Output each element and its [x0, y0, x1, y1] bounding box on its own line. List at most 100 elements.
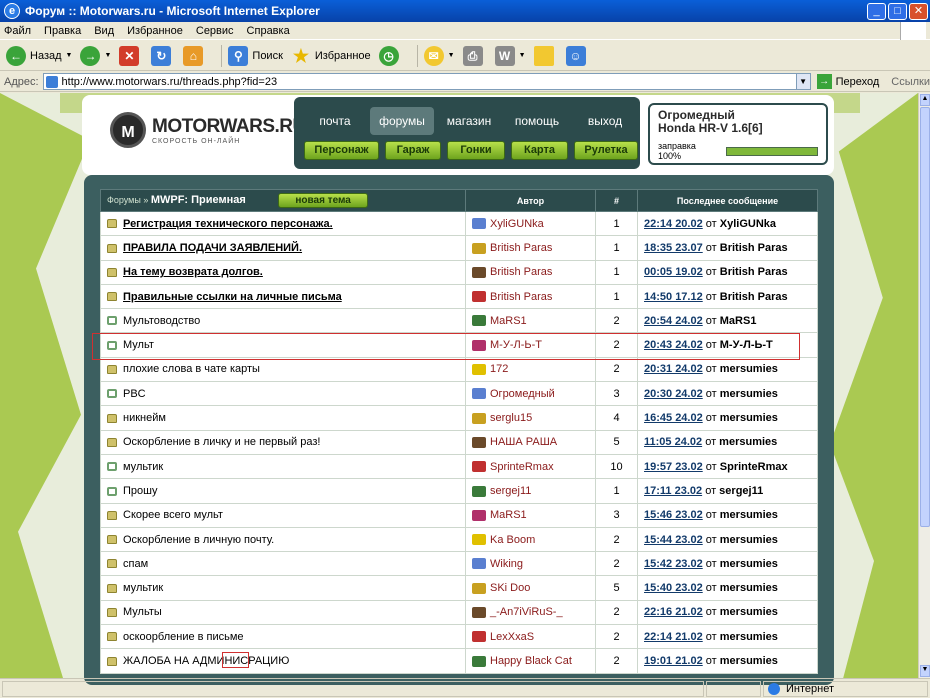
last-post-author[interactable]: mersumies: [720, 509, 778, 521]
thread-title-link[interactable]: Регистрация технического персонажа.: [123, 218, 333, 230]
last-post-author[interactable]: mersumies: [720, 558, 778, 570]
last-post-author[interactable]: mersumies: [720, 412, 778, 424]
thread-author-link[interactable]: British Paras: [490, 242, 552, 254]
last-post-author[interactable]: MaRS1: [720, 315, 757, 327]
new-thread-button[interactable]: новая тема: [278, 193, 368, 208]
last-post-author[interactable]: mersumies: [720, 631, 778, 643]
last-post-time-link[interactable]: 20:43 24.02: [644, 339, 703, 351]
menu-file[interactable]: Файл: [4, 25, 31, 37]
nav-shop[interactable]: магазин: [438, 107, 500, 135]
vertical-scrollbar[interactable]: ▲ ▼: [918, 93, 930, 678]
last-post-author[interactable]: mersumies: [720, 606, 778, 618]
last-post-time-link[interactable]: 15:44 23.02: [644, 534, 703, 546]
last-post-time-link[interactable]: 22:16 21.02: [644, 606, 703, 618]
last-post-author[interactable]: mersumies: [720, 582, 778, 594]
menu-view[interactable]: Вид: [94, 25, 114, 37]
refresh-button[interactable]: ↻: [151, 45, 175, 66]
last-post-author[interactable]: mersumies: [720, 534, 778, 546]
last-post-time-link[interactable]: 18:35 23.07: [644, 242, 703, 254]
thread-author-link[interactable]: НАША РАША: [490, 436, 557, 448]
thread-title-link[interactable]: Скорее всего мульт: [123, 509, 223, 521]
thread-author-link[interactable]: MaRS1: [490, 509, 527, 521]
last-post-time-link[interactable]: 22:14 20.02: [644, 218, 703, 230]
thread-title-link[interactable]: Мульты: [123, 606, 162, 618]
thread-author-link[interactable]: British Paras: [490, 266, 552, 278]
thread-author-link[interactable]: Wiking: [490, 558, 523, 570]
thread-author-link[interactable]: Ka Boom: [490, 534, 535, 546]
thread-title-link[interactable]: PBC: [123, 388, 146, 400]
last-post-time-link[interactable]: 22:14 21.02: [644, 631, 703, 643]
last-post-author[interactable]: XyliGUNka: [720, 218, 776, 230]
scroll-up-button[interactable]: ▲: [920, 94, 930, 106]
mail-button[interactable]: ✉ ▼: [423, 45, 455, 66]
last-post-time-link[interactable]: 20:54 24.02: [644, 315, 703, 327]
last-post-time-link[interactable]: 16:45 24.02: [644, 412, 703, 424]
menu-help[interactable]: Справка: [247, 25, 290, 37]
thread-title-link[interactable]: Правильные ссылки на личные письма: [123, 291, 342, 303]
thread-title-link[interactable]: ПРАВИЛА ПОДАЧИ ЗАЯВЛЕНИЙ.: [123, 242, 302, 254]
btn-roulette[interactable]: Рулетка: [574, 141, 638, 160]
thread-author-link[interactable]: Happy Black Cat: [490, 655, 572, 667]
btn-races[interactable]: Гонки: [447, 141, 505, 160]
thread-title-link[interactable]: Оскорбление в личную почту.: [123, 534, 274, 546]
thread-title-link[interactable]: На тему возврата долгов.: [123, 266, 263, 278]
thread-title-link[interactable]: оскоорбление в письме: [123, 631, 244, 643]
btn-map[interactable]: Карта: [511, 141, 568, 160]
thread-title-link[interactable]: плохие слова в чате карты: [123, 363, 260, 375]
thread-author-link[interactable]: 172: [490, 363, 508, 375]
notes-button[interactable]: [533, 45, 558, 66]
close-button[interactable]: ✕: [909, 2, 928, 20]
thread-title-link[interactable]: ЖАЛОБА НА АДМИНИСРАЦИЮ: [123, 655, 289, 667]
btn-garage[interactable]: Гараж: [385, 141, 441, 160]
breadcrumb-root[interactable]: Форумы: [107, 195, 141, 205]
thread-author-link[interactable]: LexXxaS: [490, 631, 534, 643]
thread-author-link[interactable]: _-An7iViRuS-_: [490, 606, 563, 618]
thread-title-link[interactable]: Прошу: [123, 485, 157, 497]
scroll-thumb[interactable]: [920, 107, 930, 527]
forward-button[interactable]: → ▼: [80, 45, 111, 66]
thread-author-link[interactable]: SKi Doo: [490, 582, 530, 594]
thread-title-link[interactable]: Оскорбление в личку и не первый раз!: [123, 436, 320, 448]
last-post-author[interactable]: SprinteRmax: [720, 461, 788, 473]
last-post-author[interactable]: mersumies: [720, 655, 778, 667]
thread-author-link[interactable]: serglu15: [490, 412, 532, 424]
menu-edit[interactable]: Правка: [44, 25, 81, 37]
links-button[interactable]: Ссылки: [891, 76, 930, 88]
address-input[interactable]: http://www.motorwars.ru/threads.php?fid=…: [42, 73, 811, 90]
thread-author-link[interactable]: М-У-Л-Ь-Т: [490, 339, 542, 351]
go-button[interactable]: → Переход: [816, 74, 879, 89]
minimize-button[interactable]: _: [867, 2, 886, 20]
last-post-time-link[interactable]: 20:30 24.02: [644, 388, 703, 400]
last-post-time-link[interactable]: 20:31 24.02: [644, 363, 703, 375]
last-post-author[interactable]: mersumies: [719, 436, 777, 448]
thread-author-link[interactable]: MaRS1: [490, 315, 527, 327]
last-post-author[interactable]: British Paras: [720, 266, 788, 278]
menu-favorites[interactable]: Избранное: [127, 25, 183, 37]
thread-title-link[interactable]: никнейм: [123, 412, 166, 424]
address-dropdown-button[interactable]: ▼: [795, 74, 810, 89]
last-post-author[interactable]: М-У-Л-Ь-Т: [720, 339, 773, 351]
back-button[interactable]: ← Назад ▼: [6, 45, 72, 66]
last-post-time-link[interactable]: 15:46 23.02: [644, 509, 703, 521]
scroll-down-button[interactable]: ▼: [920, 665, 930, 677]
last-post-author[interactable]: British Paras: [720, 291, 788, 303]
home-button[interactable]: ⌂: [183, 45, 207, 66]
nav-logout[interactable]: выход: [574, 107, 636, 135]
thread-author-link[interactable]: XyliGUNka: [490, 218, 544, 230]
messenger-button[interactable]: ☺: [565, 45, 590, 66]
search-button[interactable]: ⚲ Поиск: [228, 45, 283, 66]
menu-tools[interactable]: Сервис: [196, 25, 234, 37]
last-post-time-link[interactable]: 00:05 19.02: [644, 266, 703, 278]
edit-button[interactable]: W ▼: [494, 45, 526, 66]
nav-forums[interactable]: форумы: [370, 107, 434, 135]
thread-author-link[interactable]: sergej11: [490, 485, 531, 497]
last-post-time-link[interactable]: 19:01 21.02: [644, 655, 703, 667]
stop-button[interactable]: ✕: [119, 45, 143, 66]
last-post-author[interactable]: mersumies: [720, 388, 778, 400]
last-post-author[interactable]: sergej11: [719, 485, 763, 497]
last-post-time-link[interactable]: 19:57 23.02: [644, 461, 703, 473]
last-post-time-link[interactable]: 15:42 23.02: [644, 558, 703, 570]
history-button[interactable]: ◷: [378, 45, 403, 66]
thread-author-link[interactable]: British Paras: [490, 291, 552, 303]
thread-author-link[interactable]: Огромедный: [490, 388, 555, 400]
